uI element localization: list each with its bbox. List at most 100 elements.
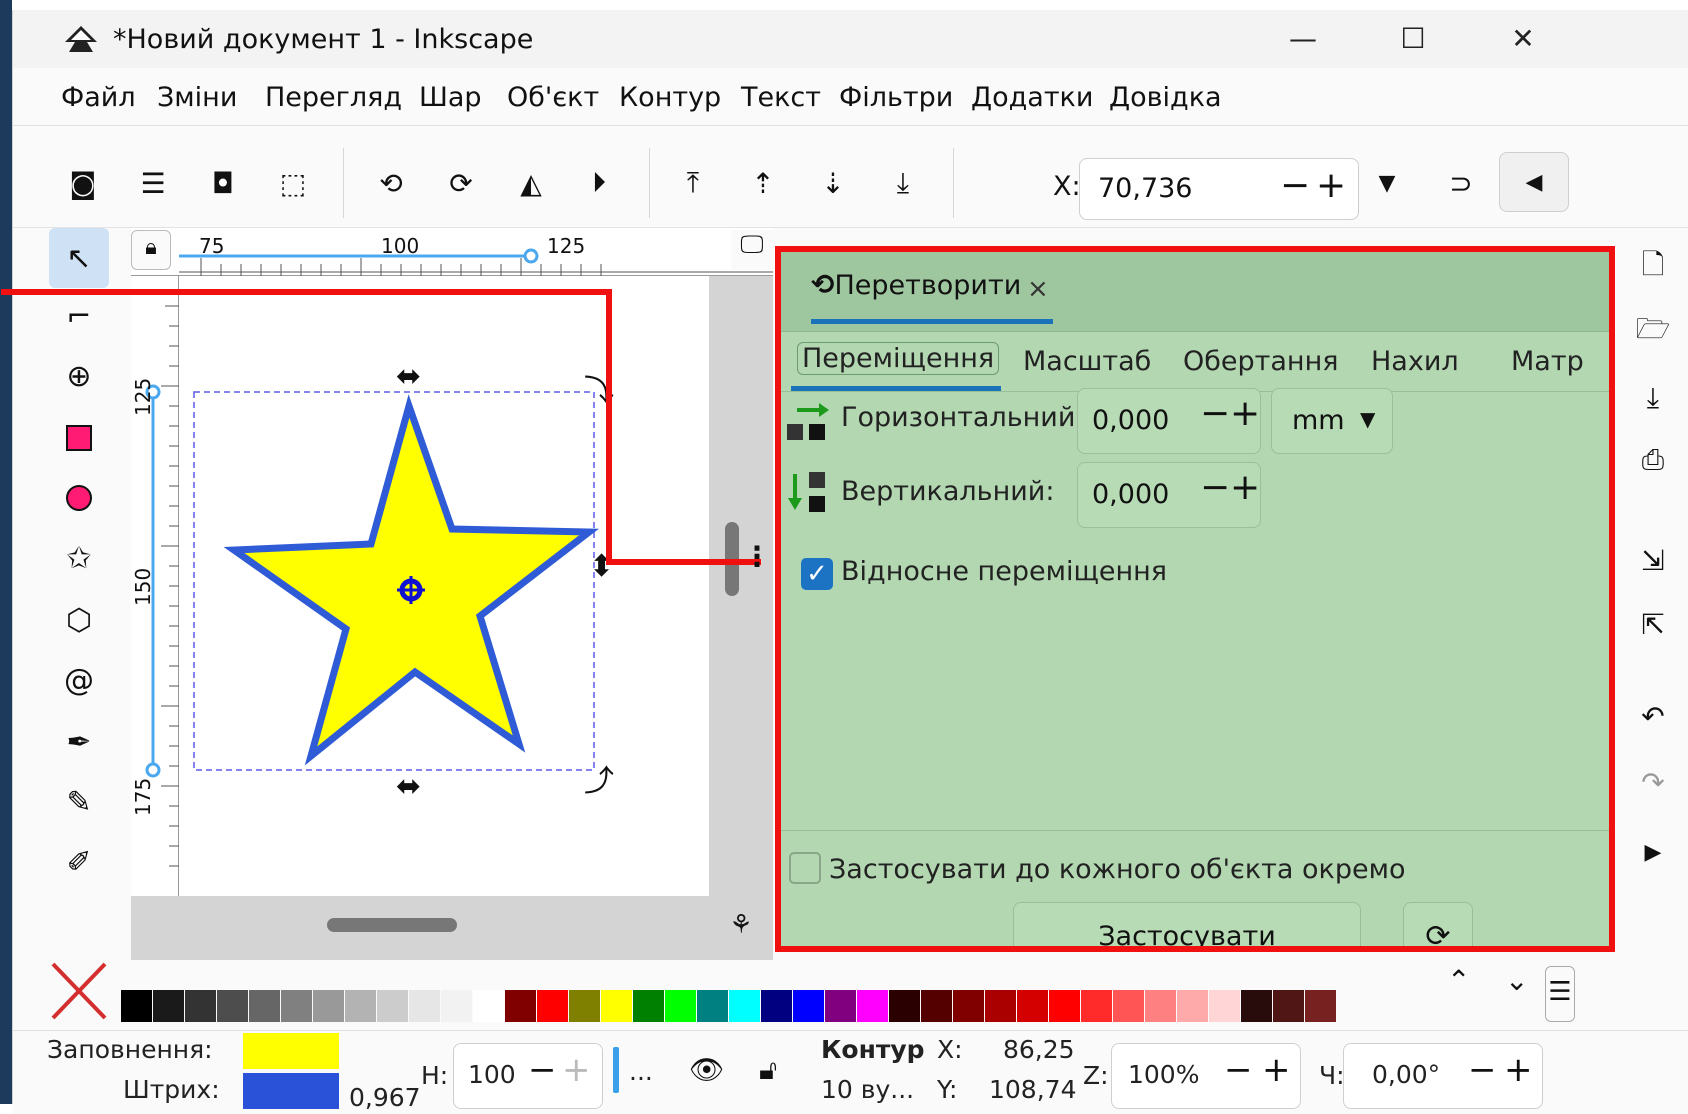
color-mode-icon[interactable]: ⚘: [709, 896, 773, 960]
palette-menu-icon[interactable]: ☰: [1545, 966, 1575, 1022]
palette-swatch[interactable]: [1273, 990, 1304, 1022]
palette-swatch[interactable]: [1241, 990, 1272, 1022]
save-icon[interactable]: ⤓: [1633, 378, 1673, 418]
deselect-icon[interactable]: ◘: [203, 163, 243, 203]
subtab-scale[interactable]: Масштаб: [1023, 346, 1151, 377]
open-file-icon[interactable]: 🗁: [1633, 312, 1673, 352]
rotate-ccw-icon[interactable]: ⟲: [371, 163, 411, 203]
flip-horizontal-icon[interactable]: ◭: [511, 163, 551, 203]
opacity-increment-button[interactable]: +: [562, 1050, 591, 1090]
horizontal-scrollbar[interactable]: [131, 896, 709, 960]
palette-swatch[interactable]: [729, 990, 760, 1022]
subtab-rotate[interactable]: Обертання: [1183, 346, 1338, 377]
opacity-input[interactable]: 100 − +: [453, 1043, 603, 1109]
pencil-tool-icon[interactable]: ✎: [49, 772, 109, 832]
menu-view[interactable]: Перегляд: [265, 82, 402, 113]
palette-swatch[interactable]: [281, 990, 312, 1022]
display-mode-icon[interactable]: 🖵: [731, 230, 773, 270]
opacity-decrement-button[interactable]: −: [528, 1050, 557, 1090]
vertical-input[interactable]: 0,000 − +: [1077, 462, 1261, 528]
apply-button[interactable]: Застосувати: [1013, 902, 1361, 946]
horizontal-input[interactable]: 0,000 − +: [1077, 388, 1261, 454]
x-increment-button[interactable]: +: [1316, 165, 1346, 206]
menu-path[interactable]: Контур: [619, 82, 721, 113]
tab-transform[interactable]: ⟲Перетворити: [811, 268, 1054, 324]
palette-swatch[interactable]: [985, 990, 1016, 1022]
tab-close-icon[interactable]: ×: [1027, 274, 1049, 304]
palette-swatch[interactable]: [441, 990, 472, 1022]
vertical-increment-button[interactable]: +: [1230, 467, 1260, 508]
palette-swatch[interactable]: [1017, 990, 1048, 1022]
unit-select[interactable]: mm ▼: [1271, 388, 1393, 454]
pen-tool-icon[interactable]: ✒: [49, 712, 109, 772]
no-paint-icon[interactable]: [49, 960, 109, 1022]
palette-swatch[interactable]: [569, 990, 600, 1022]
palette-swatch[interactable]: [153, 990, 184, 1022]
palette-scroll-up-icon[interactable]: ⌃: [1447, 964, 1470, 997]
close-button[interactable]: ✕: [1493, 14, 1553, 62]
subtab-skew[interactable]: Нахил: [1371, 346, 1459, 377]
palette-swatch[interactable]: [473, 990, 504, 1022]
menu-extensions[interactable]: Додатки: [971, 82, 1093, 113]
palette-swatch[interactable]: [121, 990, 152, 1022]
select-all-layers-icon[interactable]: ☰: [133, 163, 173, 203]
rotate-cw-icon[interactable]: ⟳: [441, 163, 481, 203]
menu-object[interactable]: Об'єкт: [507, 82, 599, 113]
print-icon[interactable]: ⎙: [1633, 440, 1673, 480]
panel-resize-handle-icon[interactable]: ⋮: [743, 540, 771, 573]
palette-swatch[interactable]: [1145, 990, 1176, 1022]
palette-swatch[interactable]: [1305, 990, 1336, 1022]
import-icon[interactable]: ⇲: [1633, 540, 1673, 580]
select-all-icon[interactable]: ◙: [63, 163, 103, 203]
palette-swatch[interactable]: [633, 990, 664, 1022]
menu-edit[interactable]: Зміни: [157, 82, 237, 113]
export-icon[interactable]: ⇱: [1633, 604, 1673, 644]
menu-file[interactable]: Файл: [61, 82, 136, 113]
palette-swatch[interactable]: [697, 990, 728, 1022]
overflow-dropdown-icon[interactable]: ▼: [1367, 163, 1407, 203]
horizontal-scroll-thumb[interactable]: [327, 918, 457, 932]
palette-swatch[interactable]: [825, 990, 856, 1022]
lock-guides-icon[interactable]: 🔒︎: [131, 230, 171, 270]
palette-swatch[interactable]: [185, 990, 216, 1022]
horizontal-decrement-button[interactable]: −: [1200, 393, 1230, 434]
vertical-decrement-button[interactable]: −: [1200, 467, 1230, 508]
redo-icon[interactable]: ↷: [1633, 762, 1673, 802]
menu-help[interactable]: Довідка: [1109, 82, 1222, 113]
palette-swatch[interactable]: [601, 990, 632, 1022]
lower-icon[interactable]: ⇣: [813, 163, 853, 203]
palette-swatch[interactable]: [889, 990, 920, 1022]
palette-scroll-down-icon[interactable]: ⌄: [1505, 964, 1528, 997]
menu-layer[interactable]: Шар: [419, 82, 482, 113]
palette-swatch[interactable]: [1113, 990, 1144, 1022]
palette-swatch[interactable]: [249, 990, 280, 1022]
spiral-tool-icon[interactable]: @: [49, 650, 109, 710]
maximize-button[interactable]: ☐: [1383, 14, 1443, 62]
fill-swatch[interactable]: [243, 1033, 339, 1069]
palette-swatch[interactable]: [217, 990, 248, 1022]
palette-swatch[interactable]: [409, 990, 440, 1022]
menu-filters[interactable]: Фільтри: [839, 82, 953, 113]
palette-swatch[interactable]: [313, 990, 344, 1022]
3d-box-tool-icon[interactable]: ⬡: [49, 590, 109, 650]
palette-swatch[interactable]: [345, 990, 376, 1022]
zoom-increment-button[interactable]: +: [1262, 1050, 1291, 1090]
layer-lock-icon[interactable]: 🔓︎: [759, 1053, 777, 1087]
snap-icon[interactable]: ⊃: [1441, 163, 1481, 203]
subtab-move[interactable]: Переміщення: [797, 342, 1000, 375]
palette-swatch[interactable]: [1049, 990, 1080, 1022]
relative-move-checkbox[interactable]: ✓: [801, 558, 833, 590]
horizontal-increment-button[interactable]: +: [1230, 393, 1260, 434]
lower-to-bottom-icon[interactable]: ⤓: [883, 163, 923, 203]
reset-icon[interactable]: ⟳: [1403, 902, 1473, 946]
flip-vertical-icon[interactable]: ⏵: [579, 163, 619, 203]
palette-swatch[interactable]: [761, 990, 792, 1022]
x-coordinate-input[interactable]: 70,736 − +: [1079, 158, 1359, 220]
zoom-input[interactable]: 100% − +: [1111, 1043, 1301, 1109]
commands-toggle-button[interactable]: ◀: [1499, 152, 1569, 212]
palette-swatch[interactable]: [505, 990, 536, 1022]
palette-swatch[interactable]: [1209, 990, 1240, 1022]
selector-tool-icon[interactable]: ↖: [49, 228, 109, 288]
bbox-toggle-icon[interactable]: ⬚: [273, 163, 313, 203]
raise-to-top-icon[interactable]: ⤒: [673, 163, 713, 203]
